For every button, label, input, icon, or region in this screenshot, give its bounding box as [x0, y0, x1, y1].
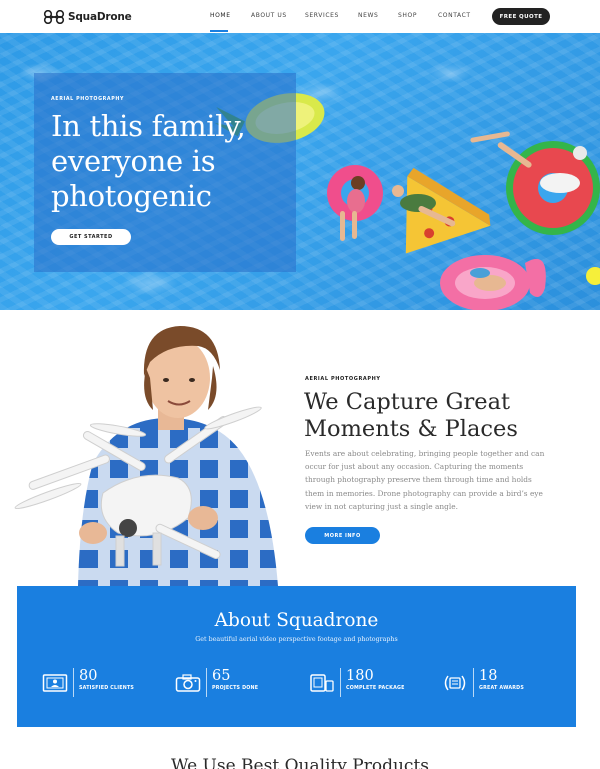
section-title-line: Moments & Places [304, 416, 518, 442]
about-subtitle: Get beautiful aerial video perspective f… [195, 636, 398, 643]
products-title: We Use Best Quality Products [170, 756, 430, 769]
get-started-button[interactable]: GET STARTED [51, 229, 131, 245]
description-line: view in not capturing just a single angl… [305, 501, 458, 511]
section-title-line: We Capture Great [304, 389, 511, 415]
small-ball [586, 267, 600, 285]
drone-logo-icon [43, 10, 65, 24]
stat-value: 18 [479, 668, 498, 684]
hero-banner: AERIAL PHOTOGRAPHY In this family, every… [0, 33, 600, 310]
nav-item-shop[interactable]: SHOP [398, 12, 417, 19]
stat-value: 65 [212, 668, 231, 684]
top-navigation: SquaDrone HOME ABOUT US SERVICES NEWS SH… [0, 0, 600, 33]
stat-label: PROJECTS DONE [212, 686, 259, 691]
description-line: Events are about celebrating, bringing p… [305, 449, 545, 458]
stat-value: 180 [346, 668, 374, 684]
section-description: Events are about celebrating, bringing p… [305, 447, 545, 513]
nav-item-services[interactable]: SERVICES [305, 12, 339, 19]
about-stats-panel: About Squadrone Get beautiful aerial vid… [17, 586, 576, 727]
stat-divider [340, 668, 341, 697]
about-title: About Squadrone [214, 610, 379, 631]
stat-divider [473, 668, 474, 697]
brand-name: SquaDrone [68, 11, 132, 23]
hero-title-line: In this family, [51, 109, 246, 143]
man-holding-drone-image [14, 326, 278, 586]
stat-divider [73, 668, 74, 697]
active-nav-indicator [210, 30, 228, 32]
section-title: We Capture Great Moments & Places [304, 389, 574, 443]
stat-label: SATISFIED CLIENTS [79, 686, 135, 691]
laurel-icon [444, 675, 466, 691]
logo[interactable]: SquaDrone [43, 9, 132, 25]
flamingo-float [440, 255, 546, 310]
description-line: occur for just about any occasion. Captu… [305, 462, 524, 472]
nav-item-about-us[interactable]: ABOUT US [251, 12, 287, 19]
stat-label: COMPLETE PACKAGE [346, 686, 405, 691]
id-card-icon [42, 674, 68, 692]
description-line: them in memories. Drone photography can … [305, 488, 543, 498]
hero-title-line: photogenic [51, 179, 212, 213]
section-kicker: AERIAL PHOTOGRAPHY [305, 376, 381, 382]
description-line: through photography preserve them throug… [305, 475, 532, 485]
hero-title: In this family, everyone is photogenic [51, 109, 291, 214]
hero-kicker: AERIAL PHOTOGRAPHY [51, 97, 125, 102]
devices-icon [310, 674, 334, 692]
nav-item-contact[interactable]: CONTACT [438, 12, 471, 19]
more-info-button[interactable]: MORE INFO [305, 527, 380, 544]
nav-item-news[interactable]: NEWS [358, 12, 378, 19]
stat-divider [206, 668, 207, 697]
stat-label: GREAT AWARDS [479, 686, 525, 691]
nav-item-home[interactable]: HOME [210, 12, 231, 19]
free-quote-button[interactable]: FREE QUOTE [492, 8, 550, 25]
camera-icon [175, 674, 201, 692]
stat-value: 80 [79, 668, 98, 684]
hero-title-line: everyone is [51, 144, 216, 178]
